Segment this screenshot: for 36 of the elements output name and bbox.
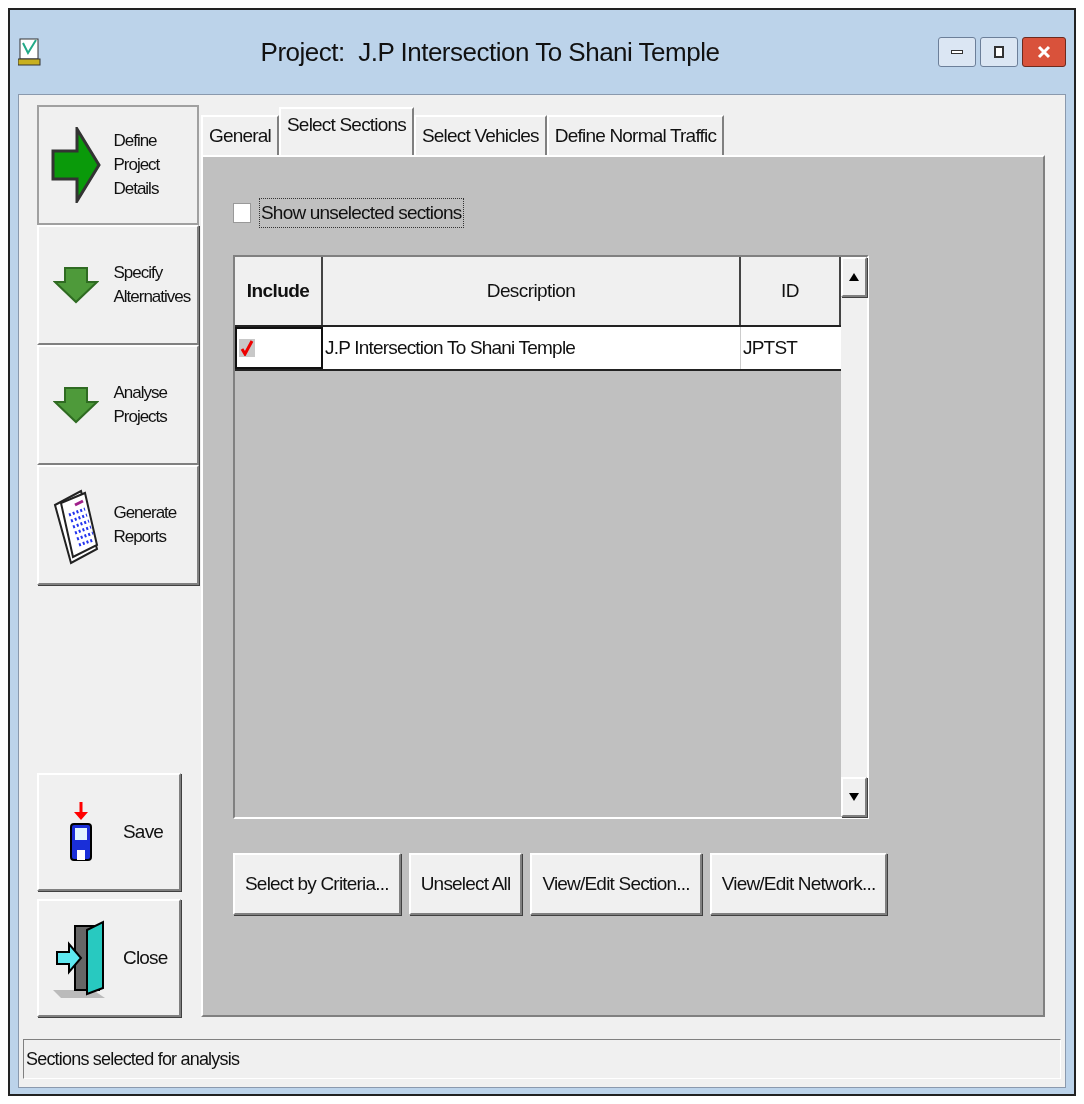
checkbox-label: Show unselected sections xyxy=(259,197,464,229)
include-checkbox[interactable] xyxy=(239,339,255,357)
table-cell: J.P Intersection To Shani Temple xyxy=(323,327,741,369)
down-arrow-icon xyxy=(53,266,100,304)
sidebar-nav-button[interactable]: Define Project Details xyxy=(37,105,199,225)
action-button[interactable]: Unselect All xyxy=(408,853,523,915)
window-title: Project: J.P Intersection To Shani Temple xyxy=(259,35,721,69)
checkbox[interactable] xyxy=(233,203,251,223)
down-arrow-icon xyxy=(53,386,100,424)
action-button[interactable]: View/Edit Section... xyxy=(530,853,702,915)
action-button[interactable]: Select by Criteria... xyxy=(233,853,401,915)
tab[interactable]: Define Normal Traffic xyxy=(546,115,725,155)
column-header: Include xyxy=(235,257,323,325)
tab[interactable]: Select Sections xyxy=(279,107,414,155)
app-icon xyxy=(18,37,42,67)
close-button[interactable] xyxy=(1022,37,1066,67)
scroll-down-icon[interactable] xyxy=(841,777,867,817)
column-header: ID xyxy=(741,257,841,325)
maximize-button[interactable] xyxy=(980,37,1018,67)
right-arrow-icon xyxy=(51,127,102,203)
sidebar-nav-button[interactable]: Generate Reports xyxy=(37,465,199,585)
sidebar-nav-button[interactable]: Specify Alternatives xyxy=(37,225,199,345)
tab[interactable]: General xyxy=(201,115,279,155)
close-icon xyxy=(1036,44,1052,60)
sidebar-nav-button[interactable]: Analyse Projects xyxy=(37,345,199,465)
column-header: Description xyxy=(323,257,741,325)
sidebar-action-button[interactable]: Close xyxy=(37,899,181,1017)
tab[interactable]: Select Vehicles xyxy=(413,115,547,155)
table-cell-text: JPTST xyxy=(742,335,799,360)
minimize-button[interactable] xyxy=(938,37,976,67)
sidebar-action-button[interactable]: Save xyxy=(37,773,181,891)
scroll-up-icon[interactable] xyxy=(841,257,867,297)
floppy-disk-icon xyxy=(69,802,93,862)
vertical-scrollbar[interactable] xyxy=(841,257,867,817)
status-bar: Sections selected for analysis xyxy=(23,1039,1061,1079)
action-button[interactable]: View/Edit Network... xyxy=(709,853,888,915)
